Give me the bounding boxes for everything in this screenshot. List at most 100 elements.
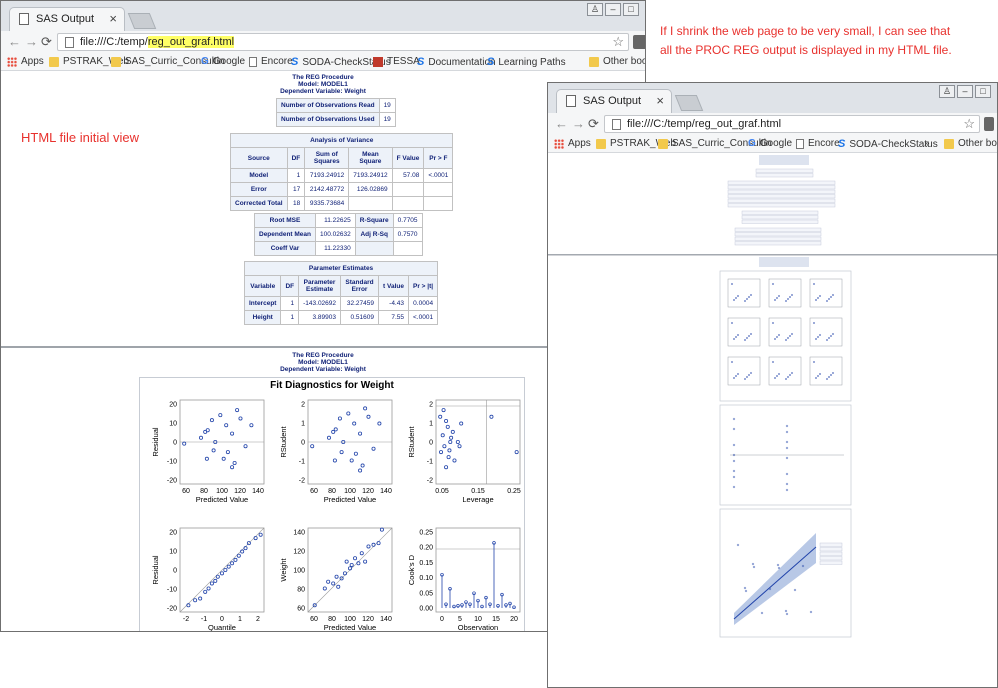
cell: 32.27459 <box>340 296 380 311</box>
address-bar[interactable]: file:///C:/temp/reg_out_graf.html ☆ <box>604 115 980 133</box>
s-logo-icon: S <box>417 56 425 68</box>
bookmark-google[interactable]: G Google <box>748 138 792 149</box>
maximize-button[interactable]: □ <box>975 85 991 98</box>
mini-divider <box>548 254 997 256</box>
cell <box>348 196 393 211</box>
back-icon[interactable]: ← <box>8 34 21 49</box>
new-tab-button[interactable] <box>674 95 704 111</box>
column-header: Sum of Squares <box>304 147 350 169</box>
y-tick-label: 1 <box>301 421 305 428</box>
shrunk-page-render <box>548 155 997 638</box>
mini-plot <box>727 356 761 386</box>
bookmark-other[interactable]: Other bookm <box>944 138 997 149</box>
mini-fit-table <box>741 219 819 224</box>
browser-tab[interactable]: SAS Output × <box>9 7 125 31</box>
parameter-estimates-table: Parameter Estimates Variable DF Paramete… <box>243 261 439 325</box>
cell: 7193.24912 <box>304 168 350 183</box>
y-tick-label: 0.15 <box>419 560 433 567</box>
maximize-button[interactable]: □ <box>623 3 639 16</box>
cell <box>423 196 454 211</box>
tessa-icon <box>373 56 383 67</box>
annotation-initial-view: HTML file initial view <box>21 130 139 145</box>
y-axis-label: Weight <box>279 557 288 581</box>
menu-icon[interactable] <box>984 117 994 131</box>
column-header: t Value <box>378 275 409 297</box>
folder-icon <box>658 138 668 149</box>
browser-tab[interactable]: SAS Output × <box>556 89 672 113</box>
y-axis-label: Residual <box>151 427 160 457</box>
star-icon[interactable]: ☆ <box>963 116 975 132</box>
user-icon[interactable]: ♙ <box>587 3 603 16</box>
bookmark-apps[interactable]: Apps <box>7 56 44 67</box>
minimize-button[interactable]: – <box>957 85 973 98</box>
bookmark-tessa[interactable]: TESSA <box>373 56 420 67</box>
x-tick-label: 60 <box>310 488 318 495</box>
address-bar[interactable]: file:///C:/temp/reg_out_graf.html ☆ <box>57 33 629 51</box>
mini-params-table <box>734 227 822 232</box>
table-row: Number of Observations Read 19 <box>276 98 396 113</box>
mini-anova-table <box>727 189 836 194</box>
bookmark-other[interactable]: Other bookm <box>589 56 645 67</box>
bookmark-apps[interactable]: Apps <box>554 138 591 149</box>
mini-fit-stats <box>819 551 843 556</box>
bookmarks-bar: Apps PSTRAK_Web SAS_Curric_Consultin G Go… <box>1 53 645 71</box>
close-tab-icon[interactable]: × <box>656 93 664 108</box>
bookmark-soda[interactable]: S SODA-CheckStatus <box>838 138 938 150</box>
row-header <box>354 241 394 256</box>
bookmark-label: Encore <box>808 138 840 149</box>
y-tick-label: 0.00 <box>419 606 433 613</box>
close-tab-icon[interactable]: × <box>109 11 117 26</box>
mini-plot <box>768 278 802 308</box>
bookmark-label: Apps <box>21 56 44 67</box>
bookmark-learning-paths[interactable]: S Learning Paths <box>487 56 566 68</box>
folder-icon <box>589 56 599 67</box>
table-row: Dependent Mean 100.02632 Adj R-Sq 0.7570 <box>253 227 423 242</box>
cell <box>392 241 423 256</box>
cell: 1 <box>286 168 306 183</box>
cell: 100.02632 <box>315 227 356 242</box>
annotation-shrink-line2: all the PROC REG output is displayed in … <box>660 43 952 57</box>
mini-anova-table <box>727 203 836 208</box>
cell: 17 <box>286 182 306 197</box>
bookmark-documentation[interactable]: S Documentation <box>417 56 496 68</box>
mini-nobs-table <box>755 168 814 173</box>
column-header: Standard Error <box>340 275 380 297</box>
header-row: Variable DF Parameter Estimate Standard … <box>243 275 439 297</box>
table-row: Error 17 2142.48772 126.02869 <box>230 182 454 197</box>
s-logo-icon: S <box>487 56 495 68</box>
forward-icon[interactable]: → <box>25 34 38 49</box>
row-header: Height <box>243 310 282 325</box>
x-tick-label: -1 <box>201 616 207 623</box>
row-header: Number of Observations Read <box>276 98 380 113</box>
folder-icon <box>111 56 121 67</box>
back-icon[interactable]: ← <box>555 116 568 131</box>
row-header: Coeff Var <box>253 241 317 256</box>
user-icon[interactable]: ♙ <box>939 85 955 98</box>
bookmark-encore[interactable]: Encore <box>249 56 293 67</box>
extension-icon[interactable] <box>633 35 645 49</box>
reload-icon[interactable]: ⟳ <box>588 116 599 132</box>
minimize-button[interactable]: – <box>605 3 621 16</box>
x-tick-label: 80 <box>328 488 336 495</box>
table-row: Coeff Var 11.22330 <box>253 241 423 256</box>
mini-anova-table <box>727 198 836 203</box>
table-row: Corrected Total 18 9335.73684 <box>230 196 454 211</box>
forward-icon[interactable]: → <box>572 116 585 131</box>
x-axis-label: Predicted Value <box>324 623 376 631</box>
row-header: Adj R-Sq <box>354 227 394 242</box>
bookmark-encore[interactable]: Encore <box>796 138 840 149</box>
fit-diagnostics-panel: 20100-10-2060 80 100 120 140Predicted ValueR… <box>151 399 521 631</box>
bookmark-overflow[interactable]: » <box>924 138 930 149</box>
new-tab-button[interactable] <box>127 13 157 29</box>
x-axis-label: Observation <box>458 623 498 631</box>
star-icon[interactable]: ☆ <box>612 34 624 50</box>
reload-icon[interactable]: ⟳ <box>41 34 52 50</box>
bookmark-google[interactable]: G Google <box>201 56 245 67</box>
y-axis-label: Residual <box>151 555 160 585</box>
mini-params-table <box>734 236 822 241</box>
table-caption: Parameter Estimates <box>243 261 439 276</box>
y-tick-label: 0.10 <box>419 575 433 582</box>
mini-fit-table <box>741 215 819 220</box>
fit-statistics-table: Root MSE 11.22625 R-Square 0.7705 Dependent… <box>253 213 423 256</box>
bookmark-label: Other bookm <box>958 138 997 149</box>
